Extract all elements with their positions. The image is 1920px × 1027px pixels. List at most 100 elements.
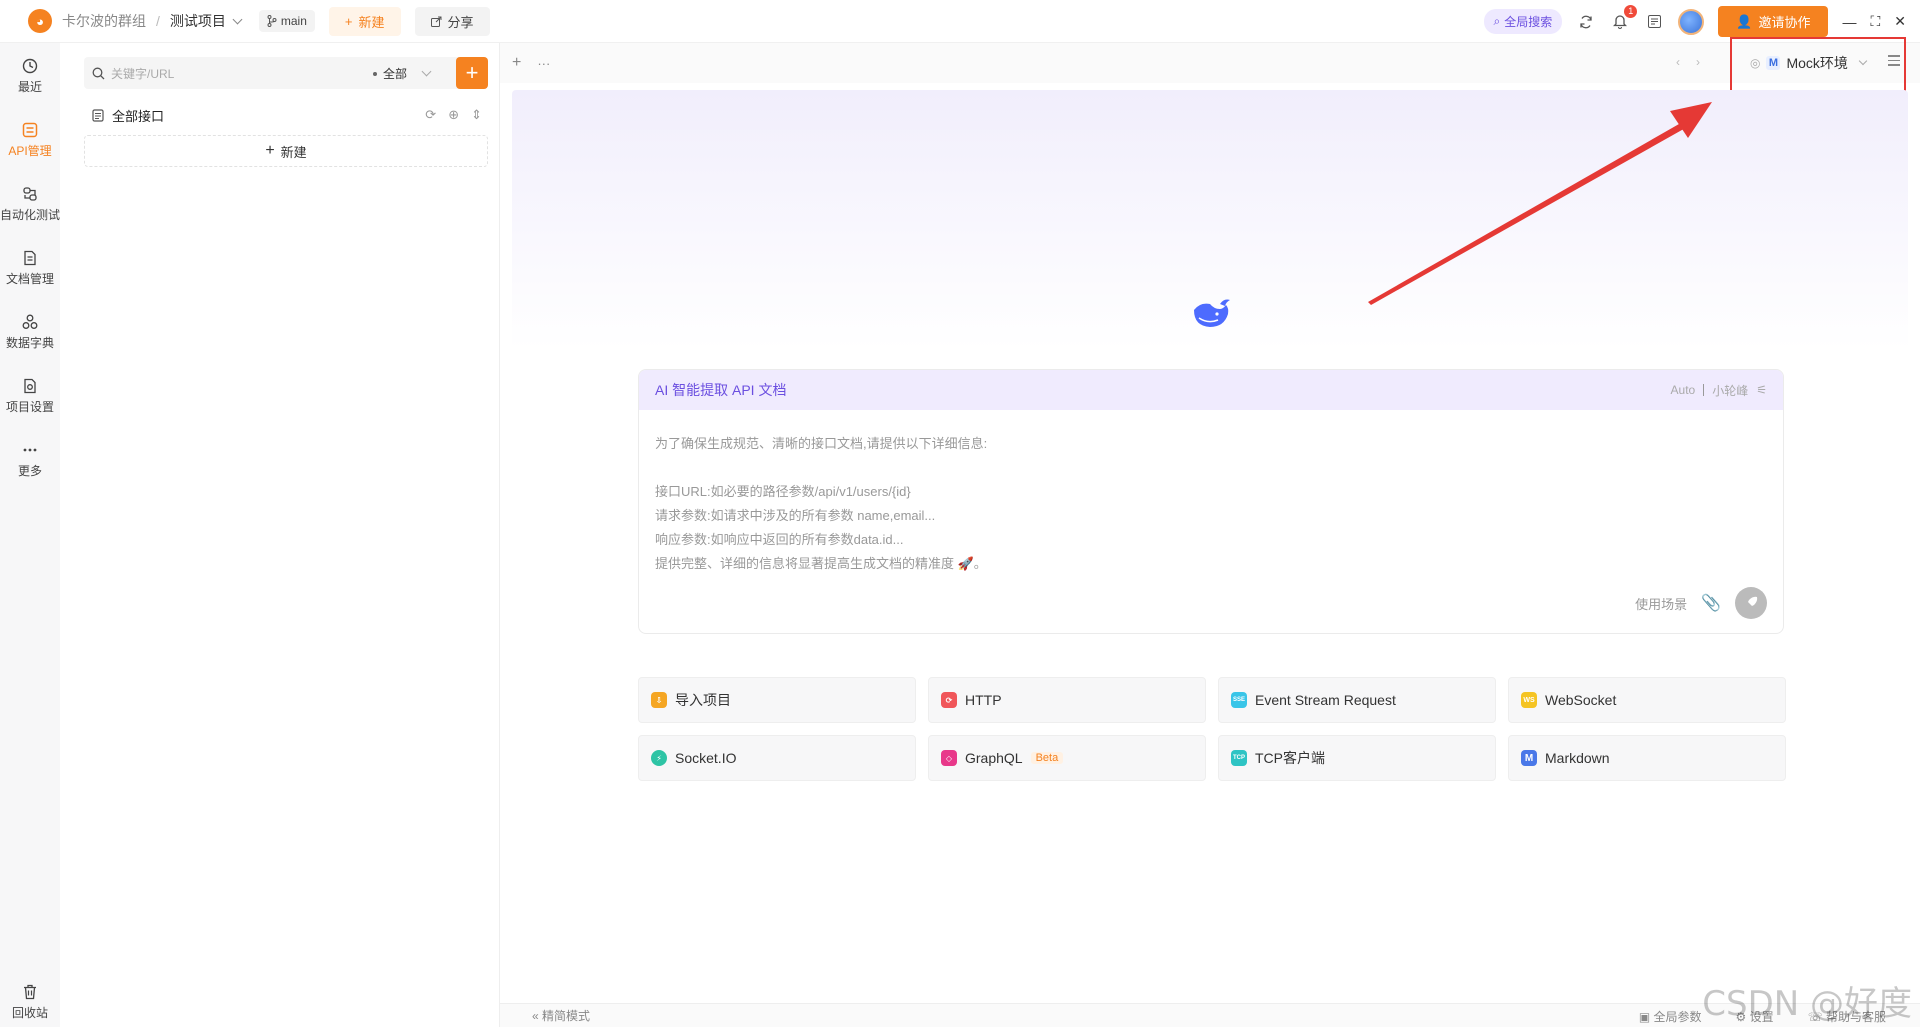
branch-icon (267, 15, 277, 27)
prompt-line: 提供完整、详细的信息将显著提高生成文档的精准度 🚀。 (655, 556, 987, 571)
simple-mode-button[interactable]: « 精简模式 (532, 1007, 590, 1024)
new-api-button[interactable]: + 新建 (84, 135, 488, 167)
tcp-icon: TCP (1231, 750, 1247, 766)
breadcrumb-separator: / (156, 13, 160, 29)
refresh-icon[interactable]: ⟳ (425, 107, 436, 123)
left-nav: 最近 API管理 自动化测试 文档管理 数据字典 项目设置 更多 回收站 (0, 43, 60, 1027)
arrow-left-icon[interactable]: ‹ (1676, 55, 1680, 69)
new-button[interactable]: + 新建 (328, 6, 401, 36)
team-name[interactable]: 卡尔波的群组 (62, 11, 146, 31)
nav-item-settings[interactable]: 项目设置 (0, 377, 60, 415)
api-search-row: 关键字/URL 全部 + (84, 57, 488, 89)
nav-item-docs[interactable]: 文档管理 (0, 249, 60, 287)
project-selector[interactable]: 测试项目 (169, 11, 243, 31)
quick-action-markdown[interactable]: M Markdown (1508, 735, 1786, 781)
nav-item-automation[interactable]: 自动化测试 (0, 185, 60, 223)
locate-icon[interactable]: ⊕ (448, 107, 459, 123)
nav-label: 最近 (17, 80, 42, 94)
quick-action-label: GraphQL (965, 750, 1023, 766)
maximize-icon[interactable]: ⛶ (1870, 13, 1880, 30)
quick-action-label: Event Stream Request (1255, 692, 1396, 708)
quick-action-socketio[interactable]: ⚡ Socket.IO (638, 735, 916, 781)
nav-label: API管理 (8, 144, 52, 158)
api-panel: 关键字/URL 全部 + 全部接口 ⟳ ⊕ ⇕ + 新建 (72, 43, 500, 1027)
ai-mode[interactable]: Auto (1671, 383, 1696, 397)
beta-badge: Beta (1030, 752, 1064, 764)
quick-action-import[interactable]: ⇩ 导入项目 (638, 677, 916, 723)
tab-more-icon[interactable]: ··· (537, 56, 550, 71)
quick-action-tcp[interactable]: TCP TCP客户端 (1218, 735, 1496, 781)
document-icon (24, 250, 36, 266)
global-params-label: 全局参数 (1653, 1010, 1702, 1024)
nav-item-more[interactable]: 更多 (0, 441, 60, 479)
scene-button[interactable]: 使用场景 (1635, 594, 1687, 613)
ai-card-options: Auto 小轮峰 ⚟ (1671, 382, 1767, 399)
whale-logo-icon (1194, 299, 1230, 327)
sse-icon: SSE (1231, 692, 1247, 708)
quick-action-websocket[interactable]: WS WebSocket (1508, 677, 1786, 723)
ai-prompt-input[interactable]: 为了确保生成规范、清晰的接口文档,请提供以下详细信息: 接口URL:如必要的路径… (639, 410, 1783, 598)
new-api-label: 新建 (280, 144, 307, 160)
import-icon: ⇩ (651, 692, 667, 708)
nav-label: 回收站 (11, 1006, 48, 1020)
search-icon: ⌕ (1493, 14, 1501, 28)
window-controls: — ⛶ ✕ (1842, 13, 1906, 30)
minimize-icon[interactable]: — (1842, 14, 1856, 30)
all-api-label: 全部接口 (112, 108, 165, 124)
ai-card-footer: 使用场景 📎 (1635, 587, 1767, 619)
invite-button-label: 邀请协作 (1758, 15, 1811, 30)
share-button[interactable]: 分享 (414, 6, 490, 36)
send-button[interactable] (1735, 587, 1767, 619)
branch-name: main (280, 14, 307, 28)
ai-model[interactable]: 小轮峰 (1712, 382, 1748, 399)
markdown-icon: M (1521, 750, 1537, 766)
app-logo: ◕ (28, 9, 52, 33)
sliders-icon[interactable]: ⚟ (1756, 383, 1767, 397)
nav-item-trash[interactable]: 回收站 (0, 983, 60, 1021)
divider (1703, 384, 1705, 396)
invite-button[interactable]: 👤 邀请协作 (1718, 6, 1829, 37)
sync-button[interactable] (1576, 12, 1596, 32)
quick-action-graphql[interactable]: ◇ GraphQL Beta (928, 735, 1206, 781)
close-icon[interactable]: ✕ (1894, 13, 1906, 30)
nav-item-recent[interactable]: 最近 (0, 57, 60, 95)
simple-mode-label: 精简模式 (542, 1009, 591, 1023)
prompt-line: 响应参数:如响应中返回的所有参数data.id... (655, 532, 904, 547)
notification-button[interactable]: 1 (1610, 4, 1638, 32)
tab-bar: + ··· ‹ › (500, 43, 1920, 83)
nav-label: 自动化测试 (0, 208, 61, 222)
share-button-label: 分享 (447, 14, 474, 30)
api-icon (22, 122, 38, 138)
sync-icon (1580, 15, 1592, 28)
global-search-button[interactable]: ⌕ 全局搜索 (1483, 9, 1563, 34)
changelog-button[interactable] (1644, 12, 1664, 32)
ai-card-header: AI 智能提取 API 文档 Auto 小轮峰 ⚟ (639, 370, 1783, 410)
expand-collapse-icon[interactable]: ⇕ (471, 107, 482, 123)
add-tab-icon[interactable]: + (512, 54, 521, 72)
quick-action-label: Markdown (1545, 750, 1610, 766)
nav-item-dictionary[interactable]: 数据字典 (0, 313, 60, 351)
nav-label: 更多 (17, 464, 42, 478)
ai-extract-card: AI 智能提取 API 文档 Auto 小轮峰 ⚟ 为了确保生成规范、清晰的接口… (638, 369, 1784, 634)
user-add-icon: 👤 (1736, 13, 1753, 29)
main-content: AI 智能提取 API 文档 Auto 小轮峰 ⚟ 为了确保生成规范、清晰的接口… (512, 90, 1908, 995)
quick-action-http[interactable]: ⟳ HTTP (928, 677, 1206, 723)
all-api-row[interactable]: 全部接口 ⟳ ⊕ ⇕ (92, 103, 482, 127)
quick-action-sse[interactable]: SSE Event Stream Request (1218, 677, 1496, 723)
list-icon (1647, 15, 1661, 28)
avatar[interactable] (1678, 8, 1705, 35)
add-api-button[interactable]: + (456, 57, 488, 89)
project-name: 测试项目 (169, 13, 226, 29)
http-icon: ⟳ (941, 692, 957, 708)
branch-selector[interactable]: main (258, 10, 315, 32)
nav-label: 文档管理 (5, 272, 54, 286)
search-icon (92, 67, 105, 79)
attachment-icon[interactable]: 📎 (1701, 593, 1721, 613)
global-params-button[interactable]: ▣ 全局参数 (1639, 1008, 1702, 1025)
plus-icon: + (265, 142, 275, 159)
quick-action-label: WebSocket (1545, 692, 1617, 708)
arrow-right-icon[interactable]: › (1696, 55, 1700, 69)
nav-item-api[interactable]: API管理 (0, 121, 60, 159)
annotation-highlight-box (1730, 37, 1906, 94)
filter-dropdown[interactable]: 全部 (372, 65, 432, 82)
